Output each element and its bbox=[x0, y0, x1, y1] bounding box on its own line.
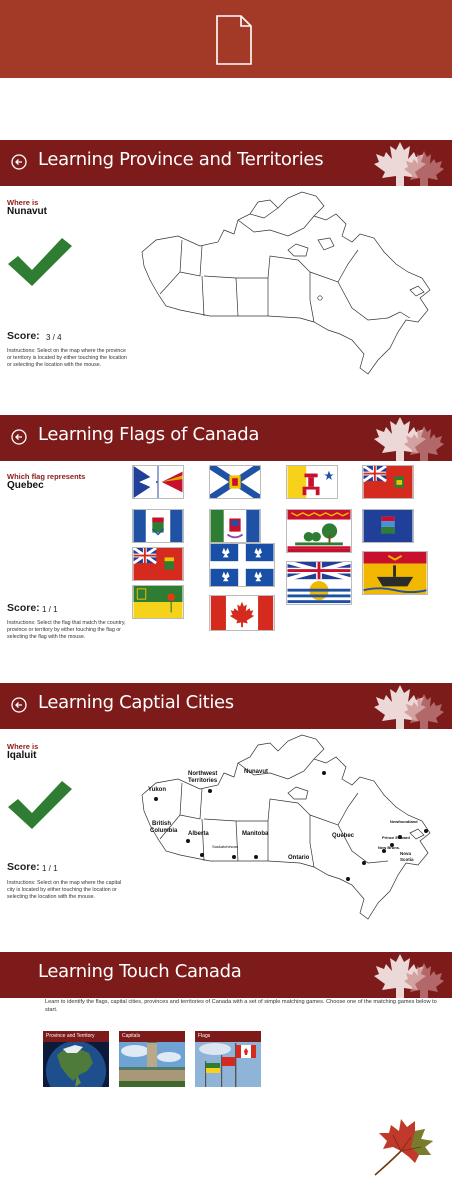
map-label-pei: Prince Edward bbox=[382, 835, 410, 840]
instructions: Instructions: Select on the map where th… bbox=[7, 348, 127, 368]
screen-title: Learning Flags of Canada bbox=[38, 424, 260, 445]
score-label: Score: bbox=[7, 602, 40, 614]
back-arrow-icon[interactable] bbox=[11, 154, 27, 170]
tile-label: Capitals bbox=[119, 1031, 185, 1042]
flag-canada[interactable] bbox=[209, 595, 275, 631]
map-label-nwt-1: Northwest bbox=[188, 771, 217, 777]
map-label-ns-1: Nova bbox=[400, 851, 412, 856]
map-label-bc-2: Columbia bbox=[150, 828, 178, 834]
tile-capitals[interactable]: Capitals bbox=[119, 1031, 185, 1087]
map-label-yukon: Yukon bbox=[148, 787, 166, 793]
flag-quebec[interactable] bbox=[209, 543, 275, 587]
app-top-bar bbox=[0, 0, 452, 78]
map-label-manitoba: Manitoba bbox=[242, 831, 269, 837]
tile-province-territory[interactable]: Province and Territory bbox=[43, 1031, 109, 1087]
maple-leaves-icon bbox=[374, 954, 444, 998]
question-target: Nunavut bbox=[7, 206, 47, 217]
map-label-nwt-2: Territories bbox=[188, 778, 218, 784]
flags-screen: Learning Flags of Canada Which flag repr… bbox=[0, 415, 452, 665]
map-label-saskatchewan: Saskatchewan bbox=[212, 844, 238, 849]
checkmark-icon bbox=[8, 238, 72, 286]
flag-nova-scotia[interactable] bbox=[209, 465, 261, 499]
score-value: 1 / 1 bbox=[42, 864, 58, 873]
tile-label: Province and Territory bbox=[43, 1031, 109, 1042]
screen-header: Learning Captial Cities bbox=[0, 683, 452, 729]
map-label-nunavut: Nunavut bbox=[244, 769, 268, 775]
map-label-ns-2: Scotia bbox=[400, 857, 414, 862]
score-value: 3 / 4 bbox=[46, 333, 62, 342]
flag-newfoundland[interactable] bbox=[132, 465, 184, 499]
intro-description: Learn to identify the flags, capital cit… bbox=[45, 999, 437, 1014]
document-icon bbox=[216, 15, 252, 65]
maple-leaves-icon bbox=[374, 142, 444, 186]
screen-title: Learning Captial Cities bbox=[38, 692, 234, 713]
canada-outline-map[interactable] bbox=[138, 190, 438, 382]
map-label-alberta: Alberta bbox=[188, 831, 209, 837]
flag-new-brunswick[interactable] bbox=[362, 551, 428, 595]
flag-prince-edward-island[interactable] bbox=[286, 509, 352, 553]
screen-title: Learning Touch Canada bbox=[38, 961, 242, 982]
flag-british-columbia[interactable] bbox=[286, 561, 352, 605]
flag-yukon[interactable] bbox=[209, 509, 261, 543]
score-label: Score: bbox=[7, 861, 40, 873]
checkmark-icon bbox=[8, 781, 72, 829]
tile-label: Flags bbox=[195, 1031, 261, 1042]
screen-header: Learning Flags of Canada bbox=[0, 415, 452, 461]
back-arrow-icon[interactable] bbox=[11, 697, 27, 713]
question-target: Iqaluit bbox=[7, 750, 37, 761]
map-label-newfoundland: Newfoundland bbox=[390, 819, 418, 824]
capitals-screen: Learning Captial Cities Where is Iqaluit… bbox=[0, 683, 452, 935]
instructions: Instructions: Select the flag that match… bbox=[7, 620, 126, 640]
tile-flags[interactable]: Flags bbox=[195, 1031, 261, 1087]
flag-alberta[interactable] bbox=[362, 509, 414, 543]
map-label-ontario: Ontario bbox=[288, 855, 310, 861]
instructions: Instructions: Select on the map where th… bbox=[7, 880, 122, 900]
map-label-quebec: Quebec bbox=[332, 833, 355, 839]
flag-manitoba[interactable] bbox=[132, 547, 184, 581]
score-label: Score: bbox=[7, 330, 40, 342]
maple-leaves-icon bbox=[374, 417, 444, 461]
screen-title: Learning Province and Territories bbox=[38, 149, 324, 170]
flag-nunavut[interactable] bbox=[286, 465, 338, 499]
map-label-bc-1: British bbox=[152, 821, 171, 827]
canada-capitals-map[interactable]: Yukon Northwest Territories Nunavut Newf… bbox=[138, 731, 438, 929]
back-arrow-icon[interactable] bbox=[11, 429, 27, 445]
flag-northwest-territories[interactable] bbox=[132, 509, 184, 543]
home-screen: Learning Touch Canada Learn to identify … bbox=[0, 952, 452, 1102]
map-label-nb: New Bruns. bbox=[378, 845, 400, 850]
screen-header: Learning Touch Canada bbox=[0, 952, 452, 998]
flag-ontario[interactable] bbox=[362, 465, 414, 499]
score-value: 1 / 1 bbox=[42, 605, 58, 614]
flag-saskatchewan[interactable] bbox=[132, 585, 184, 619]
screen-header: Learning Province and Territories bbox=[0, 140, 452, 186]
maple-leaf-icon bbox=[374, 1119, 433, 1176]
maple-leaves-icon bbox=[374, 685, 444, 729]
question-target: Quebec bbox=[7, 480, 44, 491]
province-screen: Learning Province and Territories Where … bbox=[0, 140, 452, 382]
